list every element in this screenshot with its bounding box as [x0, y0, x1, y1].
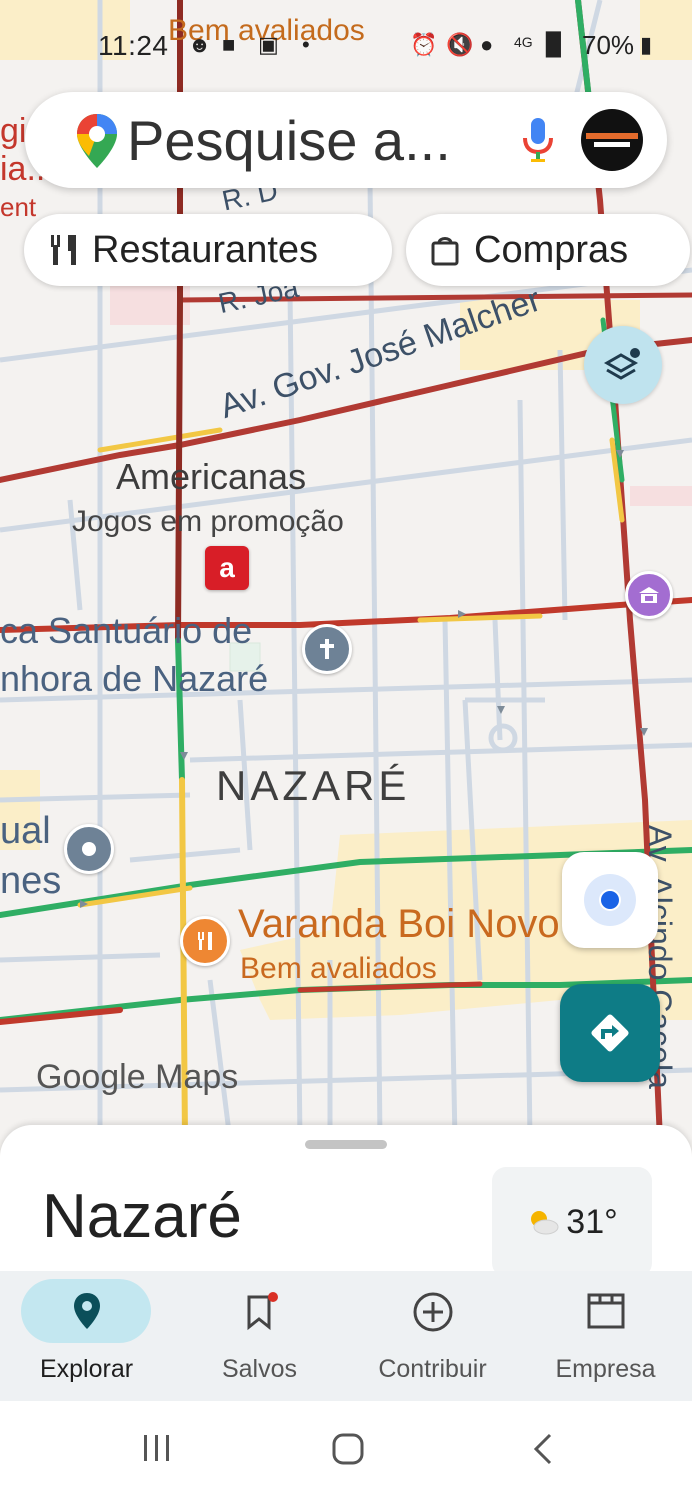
directions-button[interactable] — [560, 984, 660, 1082]
mute-icon: 🔇 — [446, 32, 474, 57]
shopping-bag-icon — [430, 234, 460, 266]
news-icon: ▣ — [258, 32, 279, 57]
home-icon[interactable] — [330, 1431, 366, 1472]
bottom-sheet[interactable]: Nazaré 31° — [0, 1125, 692, 1277]
chip-shopping-label: Compras — [474, 228, 629, 271]
nav-contribute[interactable]: Contribuir — [346, 1271, 519, 1401]
directions-icon — [591, 1014, 629, 1052]
back-icon[interactable] — [528, 1431, 558, 1472]
storefront-icon — [519, 1291, 692, 1331]
chip-restaurants[interactable]: Restaurantes — [24, 214, 392, 286]
partly-cloudy-icon — [531, 1211, 559, 1235]
chip-shopping[interactable]: Compras — [406, 214, 690, 286]
bookmark-icon — [173, 1291, 346, 1333]
nav-business[interactable]: Empresa — [519, 1271, 692, 1401]
nav-saved[interactable]: Salvos — [173, 1271, 346, 1401]
drag-handle[interactable] — [305, 1140, 387, 1149]
fork-knife-icon — [48, 233, 78, 267]
status-bar: 11:24 ☻ ■ ▣ • ⏰ 🔇 ● 4G ▉ 70% ▮ — [0, 18, 692, 68]
my-location-button[interactable] — [562, 852, 658, 948]
recents-icon[interactable] — [140, 1431, 174, 1470]
bottom-navigation: Explorar Salvos Contribuir Empresa — [0, 1271, 692, 1401]
avatar[interactable] — [581, 109, 643, 171]
explore-pin-icon — [0, 1291, 173, 1331]
signal-icon: ▉ — [546, 32, 563, 57]
temperature: 31° — [566, 1202, 618, 1241]
place-title: Nazaré — [42, 1182, 242, 1251]
mic-icon[interactable] — [521, 116, 555, 169]
nav-explore-label: Explorar — [39, 1355, 134, 1383]
layers-button[interactable] — [584, 326, 662, 404]
alarm-icon: ⏰ — [410, 32, 438, 57]
search-bar[interactable]: Pesquise a... — [25, 92, 667, 188]
nav-contribute-label: Contribuir — [378, 1355, 487, 1383]
location-dot-icon — [584, 874, 636, 926]
nav-explore[interactable]: Explorar — [0, 1271, 173, 1401]
person-icon: ☻ — [188, 32, 212, 57]
layers-icon — [603, 348, 640, 380]
nav-saved-label: Salvos — [221, 1355, 298, 1383]
system-navigation-bar — [0, 1401, 692, 1500]
weather-card[interactable]: 31° — [492, 1167, 652, 1277]
nav-business-label: Empresa — [555, 1355, 656, 1383]
search-input[interactable]: Pesquise a... — [127, 108, 451, 173]
clock: 11:24 — [98, 30, 169, 61]
chip-restaurants-label: Restaurantes — [92, 228, 319, 271]
google-maps-watermark: Google Maps — [36, 1058, 239, 1096]
dot-icon: • — [302, 32, 310, 57]
add-circle-icon — [346, 1291, 519, 1333]
chat-icon: ■ — [222, 32, 236, 57]
network-label: 4G — [514, 34, 533, 50]
location-icon: ● — [480, 32, 494, 57]
google-maps-pin-icon — [75, 112, 119, 175]
battery-icon: ▮ — [640, 32, 653, 57]
battery-level: 70% — [582, 30, 635, 60]
